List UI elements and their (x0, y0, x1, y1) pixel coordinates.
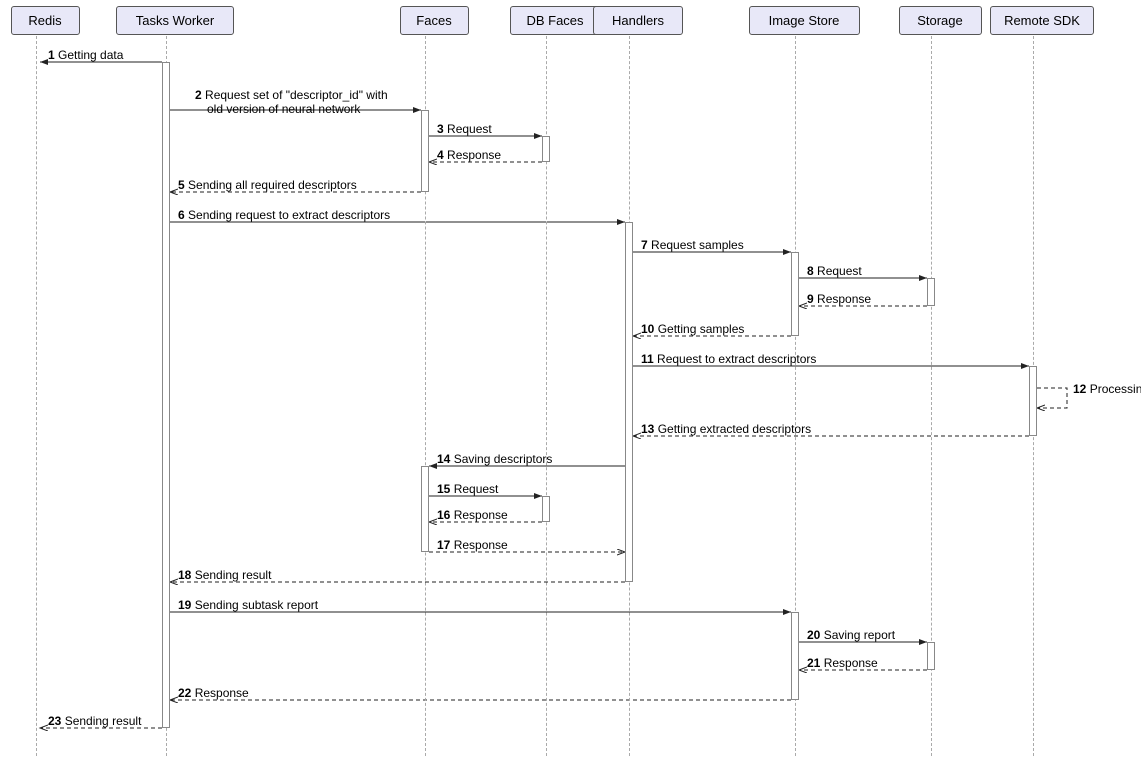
activation-imgstore (791, 252, 799, 336)
activation-storage (927, 278, 935, 306)
message-5: 5 Sending all required descriptors (178, 178, 357, 192)
message-17: 17 Response (437, 538, 508, 552)
participant-imgstore: Image Store (749, 6, 860, 35)
message-23: 23 Sending result (48, 714, 141, 728)
participant-redis: Redis (11, 6, 80, 35)
lifeline-redis (36, 36, 37, 756)
participant-handlers: Handlers (593, 6, 683, 35)
message-7: 7 Request samples (641, 238, 744, 252)
message-18: 18 Sending result (178, 568, 271, 582)
message-6: 6 Sending request to extract descriptors (178, 208, 390, 222)
message-19: 19 Sending subtask report (178, 598, 318, 612)
activation-dbfaces (542, 496, 550, 522)
message-16: 16 Response (437, 508, 508, 522)
message-12: 12 Processing (1073, 382, 1141, 396)
activation-faces (421, 466, 429, 552)
message-10: 10 Getting samples (641, 322, 744, 336)
message-14: 14 Saving descriptors (437, 452, 552, 466)
activation-tasks (162, 62, 170, 728)
message-22: 22 Response (178, 686, 249, 700)
activation-handlers (625, 222, 633, 582)
message-1: 1 Getting data (48, 48, 123, 62)
participant-faces: Faces (400, 6, 469, 35)
message-20: 20 Saving report (807, 628, 895, 642)
activation-faces (421, 110, 429, 192)
message-13: 13 Getting extracted descriptors (641, 422, 811, 436)
activation-dbfaces (542, 136, 550, 162)
message-4: 4 Response (437, 148, 501, 162)
message-3: 3 Request (437, 122, 492, 136)
participant-storage: Storage (899, 6, 982, 35)
message-21: 21 Response (807, 656, 878, 670)
message-2: 2 Request set of "descriptor_id" withold… (195, 88, 388, 116)
participant-remotesdk: Remote SDK (990, 6, 1094, 35)
message-11: 11 Request to extract descriptors (641, 352, 816, 366)
message-9: 9 Response (807, 292, 871, 306)
activation-imgstore (791, 612, 799, 700)
participant-tasks: Tasks Worker (116, 6, 234, 35)
activation-storage (927, 642, 935, 670)
message-8: 8 Request (807, 264, 862, 278)
activation-remotesdk (1029, 366, 1037, 436)
participant-dbfaces: DB Faces (510, 6, 600, 35)
message-15: 15 Request (437, 482, 498, 496)
